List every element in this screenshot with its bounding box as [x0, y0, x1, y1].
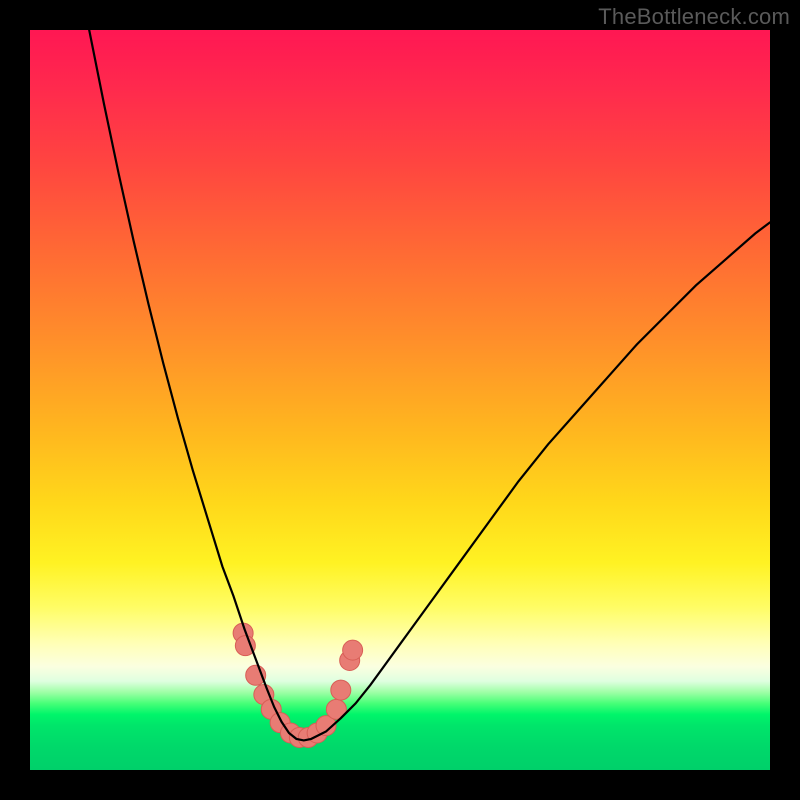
watermark-text: TheBottleneck.com — [598, 4, 790, 30]
chart-frame: TheBottleneck.com — [0, 0, 800, 800]
highlight-markers-layer — [233, 623, 363, 747]
plot-area — [30, 30, 770, 770]
bottleneck-curve — [89, 30, 770, 740]
curve-canvas — [30, 30, 770, 770]
highlight-marker — [331, 680, 351, 700]
highlight-marker — [343, 640, 363, 660]
